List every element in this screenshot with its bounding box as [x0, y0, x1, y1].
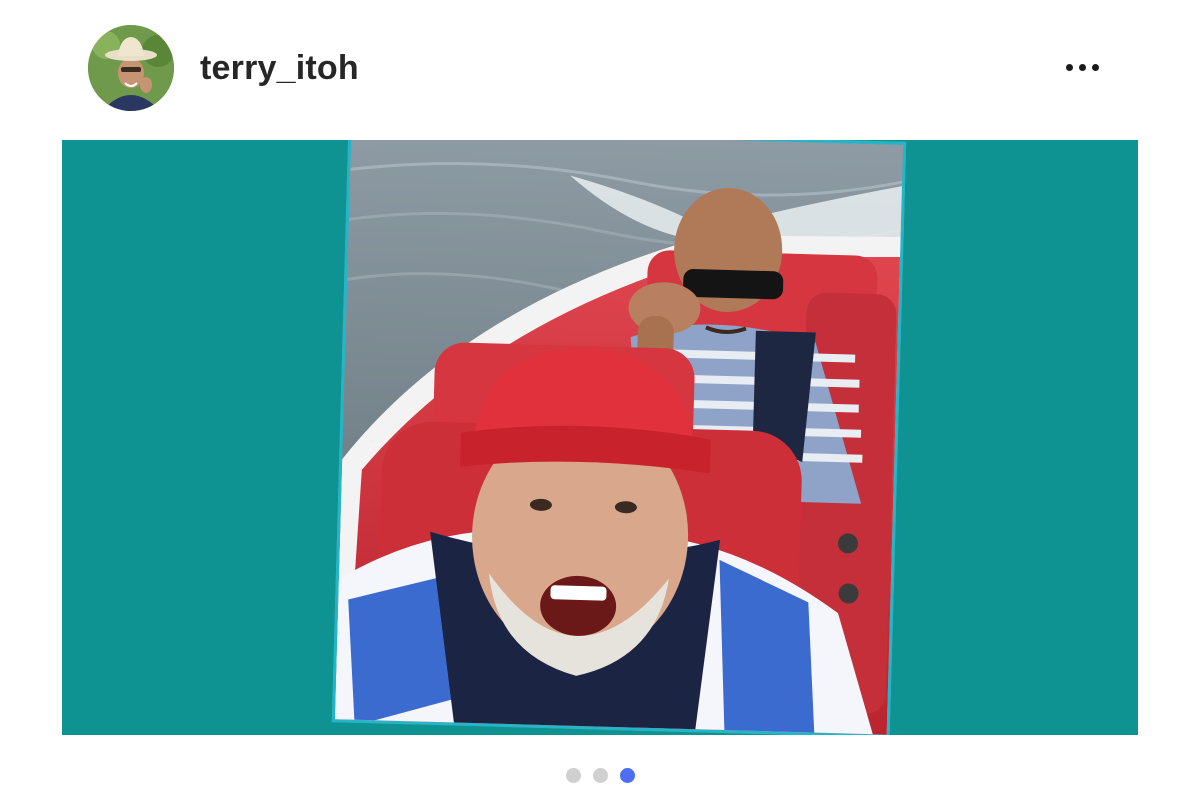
boat-selfie-image — [334, 140, 907, 735]
ellipsis-icon — [1078, 63, 1086, 71]
username-link[interactable]: terry_itoh — [200, 48, 359, 88]
carousel-dot-1[interactable] — [565, 767, 581, 783]
post-header: terry_itoh — [0, 0, 1200, 138]
ellipsis-icon — [1065, 63, 1073, 71]
avatar[interactable] — [88, 25, 174, 111]
carousel-dot-3-active[interactable] — [619, 767, 635, 783]
profile-photo-icon — [88, 25, 174, 111]
carousel-dot-2[interactable] — [592, 767, 608, 783]
ellipsis-icon — [1091, 63, 1099, 71]
carousel-indicator — [0, 758, 1200, 792]
more-options-button[interactable] — [1056, 50, 1108, 84]
post-media[interactable] — [62, 140, 1138, 735]
post-photo — [331, 140, 907, 735]
